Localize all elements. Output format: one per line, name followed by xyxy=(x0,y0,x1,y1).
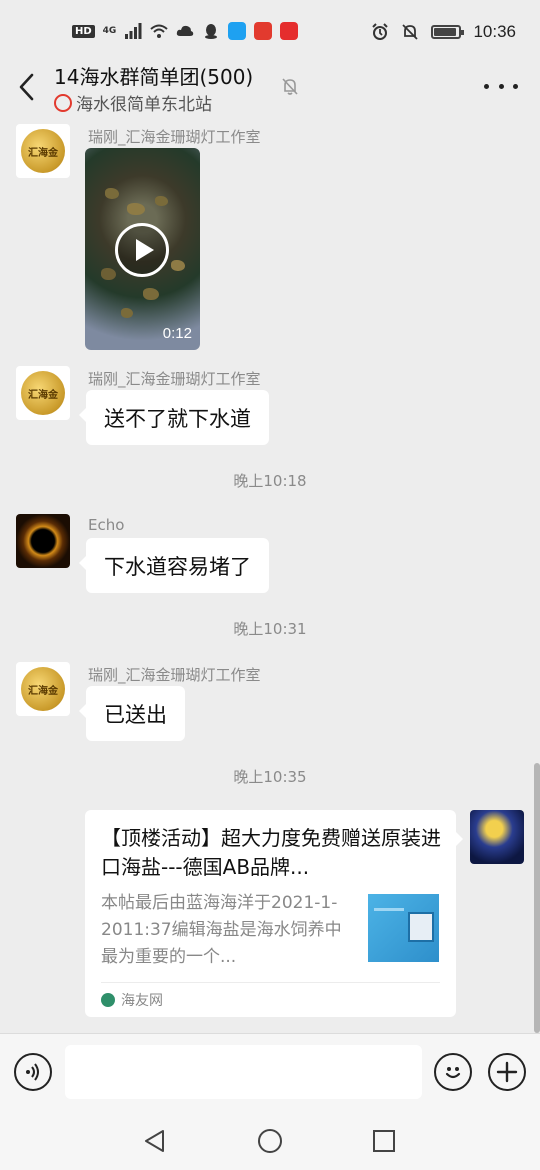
chat-title: 14海水群简单团(500) xyxy=(54,65,254,89)
qq-icon xyxy=(205,24,218,39)
link-card-message[interactable]: 【顶楼活动】超大力度免费赠送原装进口海盐---德国AB品牌... 本帖最后由蓝海… xyxy=(85,810,463,1017)
message-timestamp: 晚上10:18 xyxy=(233,472,307,490)
sender-name: 瑞刚_汇海金珊瑚灯工作室 xyxy=(88,128,261,146)
subtitle-text: 海水很简单东北站 xyxy=(76,95,212,115)
chat-subtitle: 海水很简单东北站 xyxy=(54,90,212,115)
more-options-button[interactable] xyxy=(484,74,518,98)
source-logo-icon xyxy=(101,993,115,1007)
notifications-off-icon xyxy=(402,24,419,40)
avatar-logo-text: 汇海金 xyxy=(28,685,58,697)
app-notification-icon xyxy=(254,22,273,40)
link-card-thumbnail xyxy=(368,894,439,962)
chat-header: 14海水群简单团(500) 海水很简单东北站 xyxy=(0,56,540,120)
app-notification-icon xyxy=(228,22,247,40)
voice-button[interactable] xyxy=(14,1053,52,1091)
app-notification-icon xyxy=(280,22,299,40)
system-navigation-bar xyxy=(0,1113,540,1170)
play-icon[interactable] xyxy=(115,223,169,277)
scrollbar[interactable] xyxy=(534,763,540,1033)
voice-icon xyxy=(26,1063,39,1081)
red-circle-icon xyxy=(54,93,72,112)
avatar-logo-text: 汇海金 xyxy=(28,389,58,401)
triangle-back-icon xyxy=(145,1130,164,1152)
square-recents-icon xyxy=(373,1130,395,1152)
emoji-button[interactable] xyxy=(434,1053,472,1091)
clock: 10:36 xyxy=(473,22,516,41)
text-message[interactable]: 下水道容易堵了 xyxy=(79,538,269,593)
hd-badge: HD xyxy=(72,24,95,38)
message-input[interactable] xyxy=(65,1045,422,1099)
link-card-source: 海友网 xyxy=(101,990,163,1010)
sender-avatar[interactable] xyxy=(16,514,70,568)
add-button[interactable] xyxy=(488,1053,526,1091)
link-card-title: 【顶楼活动】超大力度免费赠送原装进口海盐---德国AB品牌... xyxy=(101,826,441,879)
link-card-description: 本帖最后由蓝海海洋于2021-1-2011:37编辑海盐是海水饲养中最为重要的一… xyxy=(101,893,342,967)
video-duration: 0:12 xyxy=(162,325,192,342)
source-name: 海友网 xyxy=(121,993,163,1009)
message-timestamp: 晚上10:31 xyxy=(233,620,307,638)
chevron-left-icon xyxy=(19,73,34,101)
input-bar xyxy=(0,1033,540,1113)
divider xyxy=(101,982,440,983)
message-timestamp: 晚上10:35 xyxy=(233,768,307,786)
text-message[interactable]: 送不了就下水道 xyxy=(79,390,269,445)
sender-avatar[interactable]: 汇海金 xyxy=(16,124,70,178)
circle-home-icon xyxy=(258,1129,282,1153)
battery-level xyxy=(434,28,457,36)
sender-name: 瑞刚_汇海金珊瑚灯工作室 xyxy=(88,370,261,388)
nav-recents-button[interactable] xyxy=(370,1127,398,1155)
back-button[interactable] xyxy=(12,70,42,104)
more-horizontal-icon xyxy=(484,83,489,89)
wifi-icon xyxy=(150,24,168,38)
status-right: 10:36 xyxy=(371,22,516,42)
text-message[interactable]: 已送出 xyxy=(79,686,185,741)
sender-avatar[interactable]: 汇海金 xyxy=(16,662,70,716)
my-avatar[interactable] xyxy=(470,810,524,864)
nav-back-button[interactable] xyxy=(141,1127,169,1155)
network-type: 4G xyxy=(102,26,117,36)
status-bar: HD 4G 10:36 xyxy=(0,0,540,64)
bell-off-icon xyxy=(282,78,298,95)
signal-icon xyxy=(125,23,142,39)
emoji-icon xyxy=(445,1067,461,1079)
battery-icon xyxy=(431,25,465,39)
avatar-logo-text: 汇海金 xyxy=(28,147,58,159)
sender-avatar[interactable]: 汇海金 xyxy=(16,366,70,420)
plus-icon xyxy=(496,1061,518,1083)
alarm-icon xyxy=(372,23,389,40)
sender-name: 瑞刚_汇海金珊瑚灯工作室 xyxy=(88,666,261,684)
nav-home-button[interactable] xyxy=(256,1127,284,1155)
cloud-icon xyxy=(177,25,194,36)
status-left: HD 4G xyxy=(72,22,299,40)
sender-name: Echo xyxy=(88,516,125,534)
video-message[interactable]: 0:12 xyxy=(85,148,200,350)
